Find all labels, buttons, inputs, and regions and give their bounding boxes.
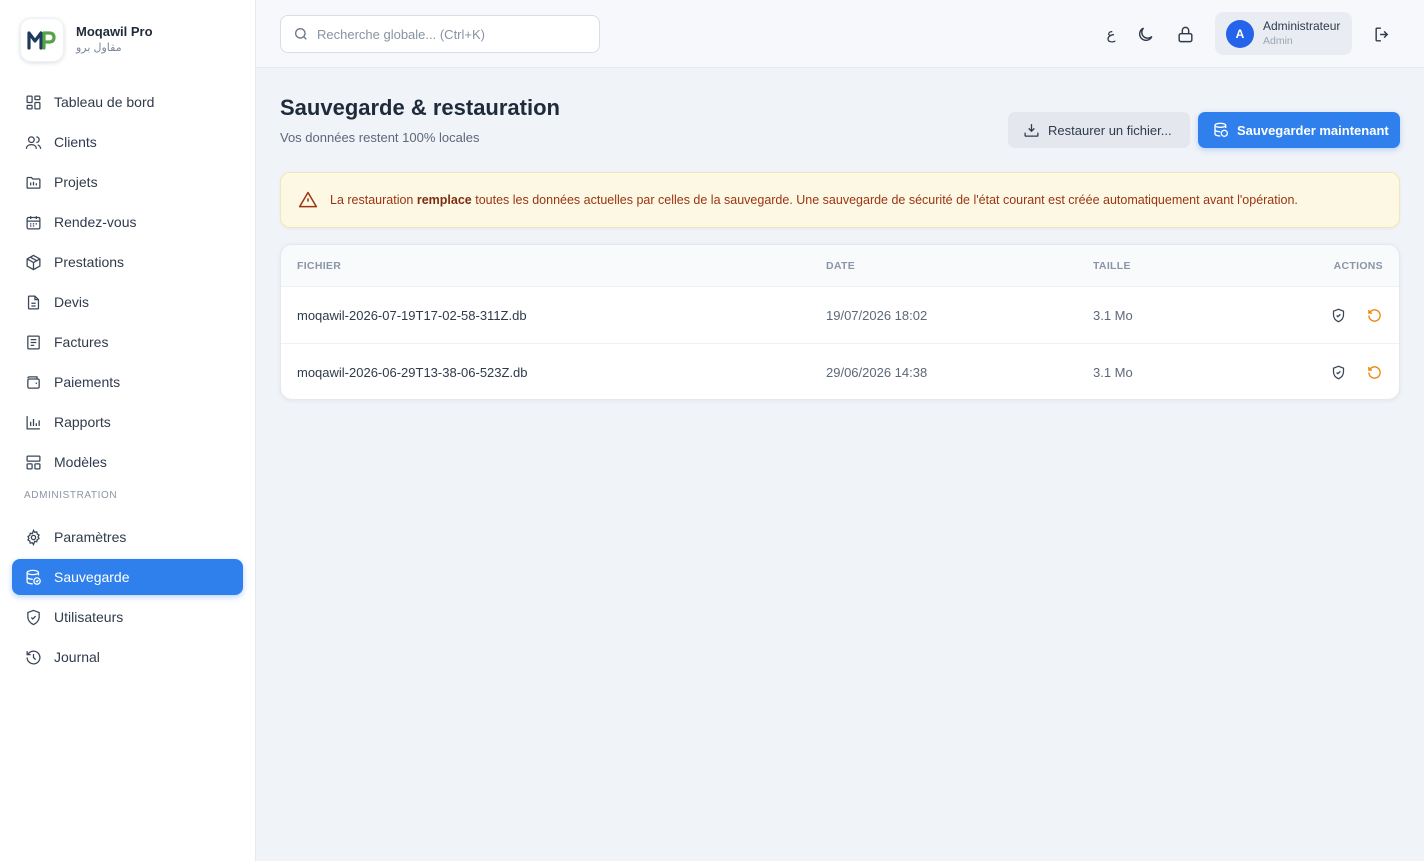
sidebar-item-label: Prestations: [54, 254, 125, 270]
row-actions: [1329, 306, 1383, 324]
col-header-actions: ACTIONS: [1333, 259, 1383, 272]
col-header-file: FICHIER: [297, 259, 342, 272]
sidebar-item-label: Clients: [54, 134, 97, 150]
backup-filename: moqawil-2026-06-29T13-38-06-523Z.db: [297, 365, 528, 380]
backup-now-button[interactable]: Sauvegarder maintenant: [1198, 112, 1400, 148]
page-subtitle: Vos données restent 100% locales: [280, 130, 480, 145]
sidebar-item-projects[interactable]: Projets: [12, 164, 243, 200]
database-backup-icon: [1213, 122, 1229, 138]
warning-triangle-icon: [298, 190, 318, 210]
receipt-icon: [24, 333, 42, 351]
sidebar-item-label: Tableau de bord: [54, 94, 155, 110]
document-icon: [24, 293, 42, 311]
nav-section-admin: ADMINISTRATION: [24, 490, 118, 501]
sidebar: Moqawil Pro مقاول برو Tableau de bord Cl…: [0, 0, 256, 861]
sidebar-item-reports[interactable]: Rapports: [12, 404, 243, 440]
history-icon: [24, 648, 42, 666]
sidebar-item-invoices[interactable]: Factures: [12, 324, 243, 360]
sidebar-item-payments[interactable]: Paiements: [12, 364, 243, 400]
sidebar-item-journal[interactable]: Journal: [12, 639, 243, 675]
col-header-date: DATE: [826, 259, 856, 272]
user-name: Administrateur: [1263, 18, 1341, 33]
shield-icon: [24, 608, 42, 626]
template-icon: [24, 453, 42, 471]
table-row: moqawil-2026-06-29T13-38-06-523Z.db 29/0…: [281, 344, 1399, 399]
sidebar-item-services[interactable]: Prestations: [12, 244, 243, 280]
sidebar-item-label: Modèles: [54, 454, 107, 470]
sidebar-item-settings[interactable]: Paramètres: [12, 519, 243, 555]
backup-filename: moqawil-2026-07-19T17-02-58-311Z.db: [297, 307, 527, 323]
sidebar-item-label: Paiements: [54, 374, 121, 390]
sidebar-item-label: Sauvegarde: [54, 569, 130, 585]
sidebar-item-label: Journal: [54, 649, 100, 665]
logout-icon[interactable]: [1372, 24, 1392, 44]
calendar-icon: [24, 213, 42, 231]
page-title: Sauvegarde & restauration: [280, 95, 560, 120]
alert-text: La restauration remplace toutes les donn…: [330, 193, 1298, 207]
sidebar-item-backup[interactable]: Sauvegarde: [12, 559, 243, 595]
sidebar-item-templates[interactable]: Modèles: [12, 444, 243, 480]
moon-icon[interactable]: [1135, 24, 1155, 44]
sidebar-item-clients[interactable]: Clients: [12, 124, 243, 160]
users-icon: [24, 133, 42, 151]
brand-subtitle: مقاول برو: [76, 42, 122, 54]
sidebar-item-quotes[interactable]: Devis: [12, 284, 243, 320]
alert-bold-word: remplace: [416, 193, 472, 207]
brand-name: Moqawil Pro: [76, 24, 153, 39]
bar-chart-icon: [24, 413, 42, 431]
database-backup-icon: [24, 568, 42, 586]
sidebar-item-label: Rapports: [54, 414, 111, 430]
avatar: A: [1226, 19, 1254, 48]
gear-icon: [24, 528, 42, 546]
verify-shield-icon[interactable]: [1329, 306, 1347, 324]
backup-button-label: Sauvegarder maintenant: [1237, 122, 1389, 138]
restore-icon[interactable]: [1365, 306, 1383, 324]
backup-date: 29/06/2026 14:38: [826, 365, 928, 380]
sidebar-item-appointments[interactable]: Rendez-vous: [12, 204, 243, 240]
restore-warning-alert: La restauration remplace toutes les donn…: [280, 172, 1400, 228]
sidebar-item-label: Rendez-vous: [54, 214, 137, 230]
language-toggle[interactable]: ع: [1101, 24, 1121, 44]
sidebar-item-label: Utilisateurs: [54, 609, 124, 625]
user-role: Admin: [1263, 34, 1293, 47]
backup-size: 3.1 Mo: [1093, 307, 1133, 323]
main-nav: Tableau de bord Clients Projets Rendez-v…: [12, 84, 243, 679]
topbar: ع A Administrateur Admin: [256, 0, 1424, 68]
user-menu[interactable]: A Administrateur Admin: [1215, 12, 1352, 55]
download-tray-icon: [1023, 122, 1040, 139]
lock-icon[interactable]: [1175, 24, 1195, 44]
table-header: FICHIER DATE TAILLE ACTIONS: [281, 245, 1399, 287]
backup-date: 19/07/2026 18:02: [826, 307, 928, 323]
global-search[interactable]: [280, 15, 600, 53]
folder-icon: [24, 173, 42, 191]
sidebar-item-label: Paramètres: [54, 529, 127, 545]
sidebar-item-users[interactable]: Utilisateurs: [12, 599, 243, 635]
brand[interactable]: Moqawil Pro مقاول برو: [20, 18, 153, 62]
box-icon: [24, 253, 42, 271]
restore-button-label: Restaurer un fichier...: [1048, 122, 1172, 138]
sidebar-item-label: Projets: [54, 174, 98, 190]
table-row: moqawil-2026-07-19T17-02-58-311Z.db 19/0…: [281, 287, 1399, 344]
backups-table: FICHIER DATE TAILLE ACTIONS moqawil-2026…: [280, 244, 1400, 400]
brand-logo: [20, 18, 64, 62]
backup-size: 3.1 Mo: [1093, 365, 1133, 380]
col-header-size: TAILLE: [1093, 259, 1131, 272]
sidebar-item-label: Devis: [54, 294, 90, 310]
grid-icon: [24, 93, 42, 111]
search-input[interactable]: [317, 26, 587, 42]
search-icon: [293, 26, 309, 42]
restore-icon[interactable]: [1365, 364, 1383, 382]
verify-shield-icon[interactable]: [1329, 364, 1347, 382]
restore-file-button[interactable]: Restaurer un fichier...: [1008, 112, 1190, 148]
sidebar-item-label: Factures: [54, 334, 109, 350]
wallet-icon: [24, 373, 42, 391]
sidebar-item-dashboard[interactable]: Tableau de bord: [12, 84, 243, 120]
row-actions: [1329, 364, 1383, 382]
